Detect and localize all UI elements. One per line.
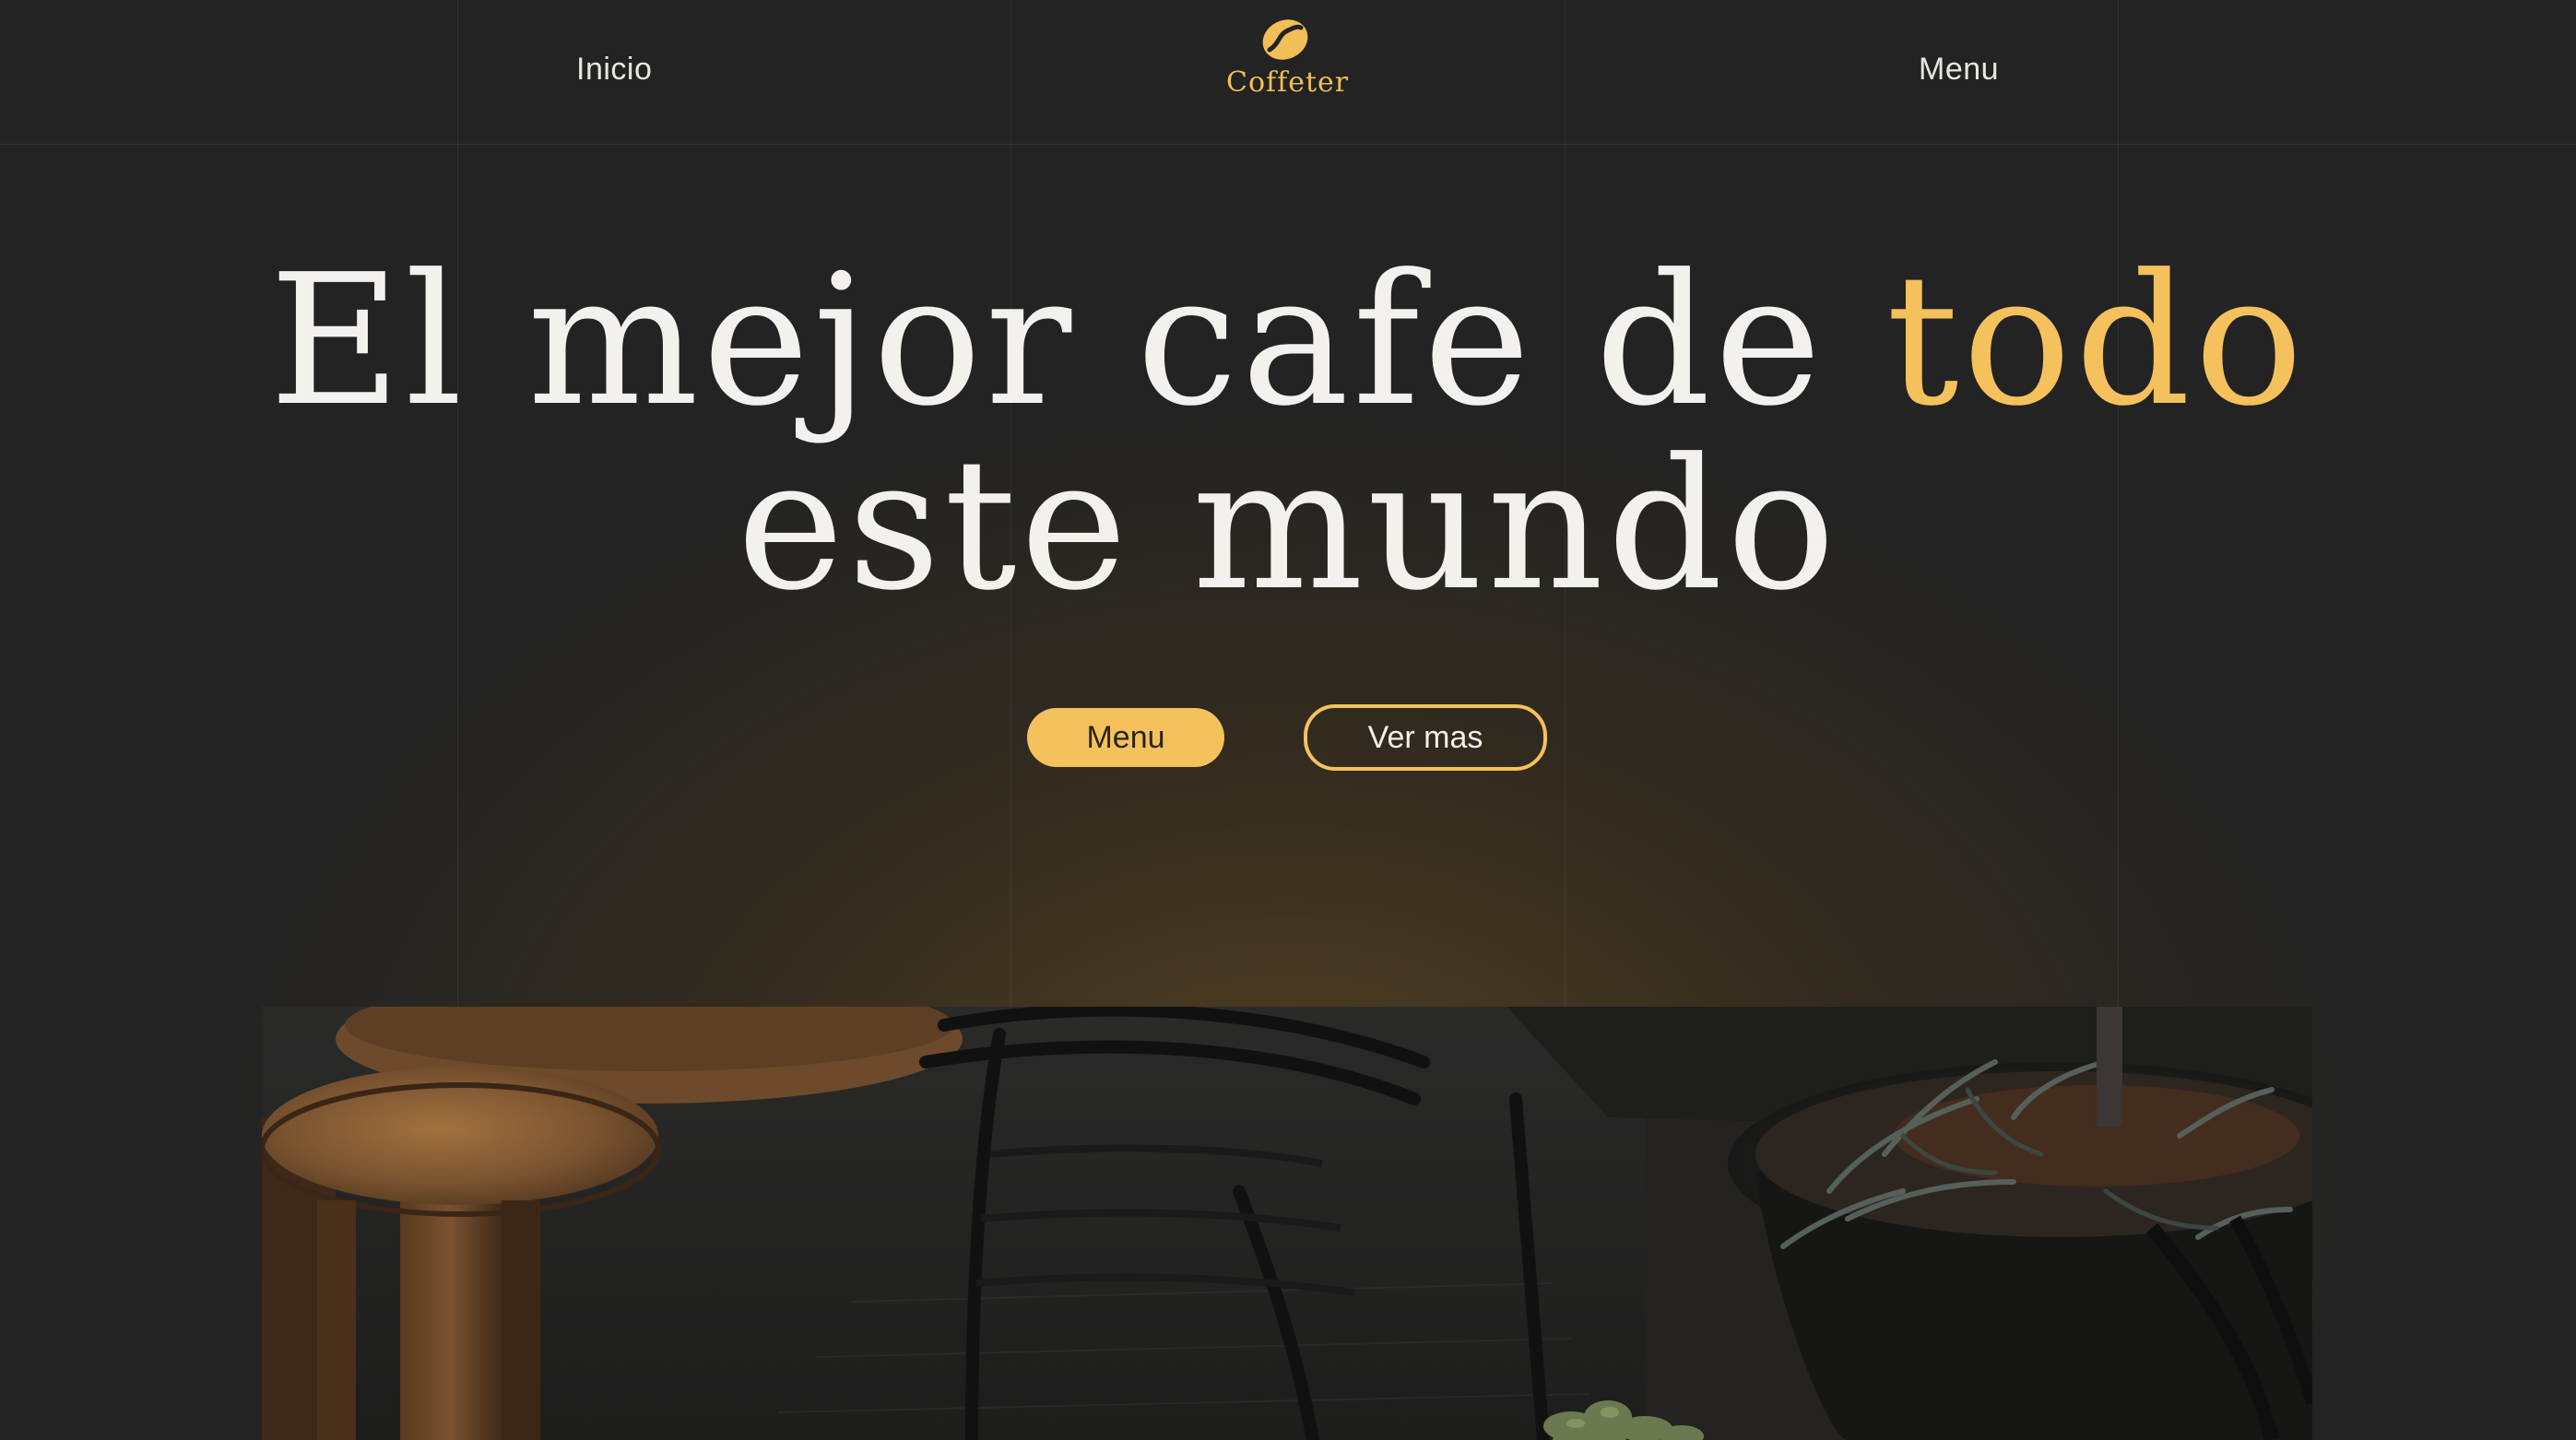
- site-header: Inicio Coffeter Menu: [0, 0, 2576, 145]
- nav-link-inicio[interactable]: Inicio: [576, 52, 652, 88]
- hero-title-text: El mejor cafe de: [268, 236, 1826, 446]
- nav-link-menu[interactable]: Menu: [1919, 52, 1999, 88]
- hero-title-line-2: este mundo: [737, 420, 1839, 631]
- menu-button[interactable]: Menu: [1027, 708, 1224, 767]
- cafe-interior-image: [262, 1007, 2312, 1440]
- logo[interactable]: Coffeter: [1226, 17, 1350, 118]
- logo-text: Coffeter: [1226, 66, 1350, 99]
- hero-title-accent: todo: [1885, 236, 2308, 446]
- hero-title-line-1: El mejor cafe de todo: [0, 249, 2576, 433]
- hero-cafe-photo: [262, 1007, 2312, 1440]
- ver-mas-button[interactable]: Ver mas: [1304, 704, 1547, 771]
- hero-title: El mejor cafe de todo este mundo: [0, 249, 2576, 618]
- coffee-bean-icon: [1262, 19, 1308, 60]
